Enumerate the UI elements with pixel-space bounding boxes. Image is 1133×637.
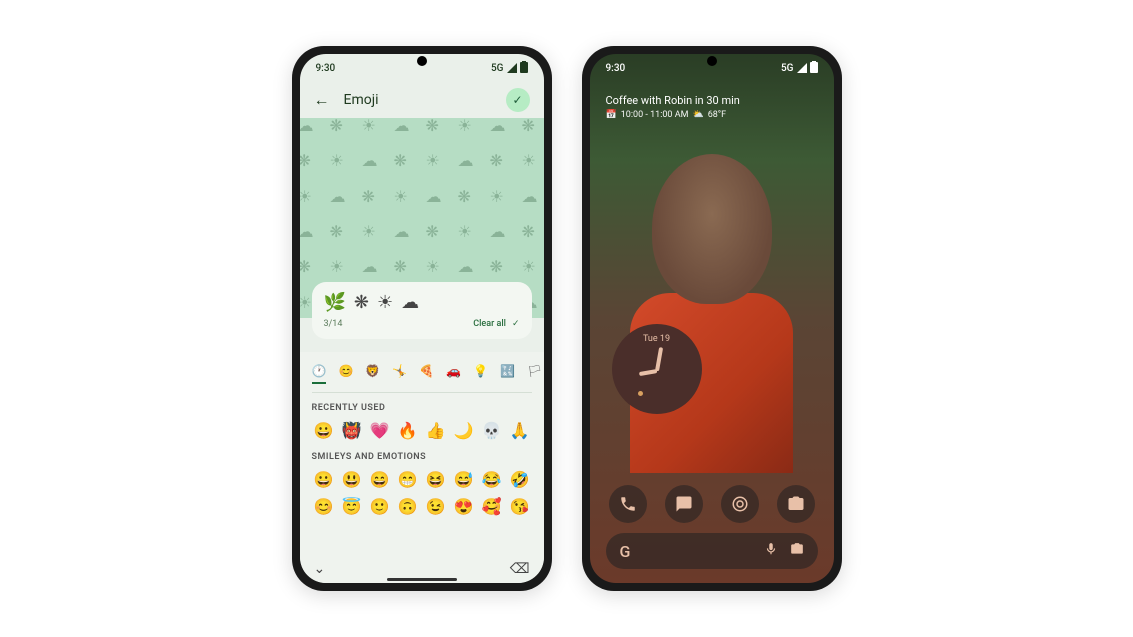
- dock-chrome-icon[interactable]: [721, 485, 759, 523]
- wallpaper-image: [610, 124, 814, 473]
- emoji-item[interactable]: 👍: [424, 419, 448, 442]
- signal-icon: [507, 63, 517, 73]
- emoji-item[interactable]: 🙏: [508, 419, 532, 442]
- tab-symbols[interactable]: 🔣: [500, 364, 515, 384]
- tab-travel[interactable]: 🚗: [446, 364, 461, 384]
- emoji-item[interactable]: 😂: [480, 468, 504, 491]
- selected-emoji[interactable]: ❋: [354, 292, 369, 313]
- smileys-row-2: 😊 😇 🙂 🙃 😉 😍 🥰 😘: [312, 495, 532, 518]
- emoji-item[interactable]: 😇: [340, 495, 364, 518]
- recent-emoji-row: 😀 👹 💗 🔥 👍 🌙 💀 🙏: [312, 419, 532, 442]
- emoji-item[interactable]: 😉: [424, 495, 448, 518]
- emoji-picker-panel: 🕐 😊 🦁 🤸 🍕 🚗 💡 🔣 🏳 RECENTLY USED 😀 👹 💗 🔥 …: [300, 352, 544, 583]
- emoji-item[interactable]: 😊: [312, 495, 336, 518]
- dock: [590, 485, 834, 523]
- emoji-item[interactable]: 💗: [368, 419, 392, 442]
- emoji-item[interactable]: 😅: [452, 468, 476, 491]
- network-label: 5G: [491, 63, 504, 74]
- glance-time: 10:00 - 11:00 AM: [621, 110, 689, 120]
- weather-icon: ⛅: [692, 110, 703, 120]
- dock-messages-icon[interactable]: [665, 485, 703, 523]
- clock-face: [632, 346, 682, 396]
- clear-all-button[interactable]: Clear all ✓: [473, 319, 519, 329]
- emoji-item[interactable]: 💀: [480, 419, 504, 442]
- backspace-icon[interactable]: ⌫: [510, 561, 530, 577]
- section-recent-label: RECENTLY USED: [312, 403, 532, 413]
- tab-food[interactable]: 🍕: [419, 364, 434, 384]
- tab-recent[interactable]: 🕐: [312, 364, 327, 384]
- tab-flags[interactable]: 🏳: [527, 364, 542, 384]
- selected-emoji[interactable]: ☀: [377, 292, 393, 313]
- emoji-header: ← Emoji ✓: [300, 82, 544, 118]
- emoji-item[interactable]: 🤣: [508, 468, 532, 491]
- tab-smileys[interactable]: 😊: [338, 364, 353, 384]
- calendar-icon: 📅: [606, 110, 617, 120]
- glance-temp: 68°F: [708, 110, 726, 120]
- status-time: 9:30: [606, 63, 626, 74]
- nav-handle[interactable]: [387, 578, 457, 581]
- emoji-item[interactable]: 👹: [340, 419, 364, 442]
- header-title: Emoji: [344, 92, 379, 108]
- tab-animals[interactable]: 🦁: [365, 364, 380, 384]
- network-label: 5G: [781, 63, 794, 74]
- clock-date: Tue 19: [643, 334, 670, 344]
- phone-homescreen: 9:30 5G Coffee with Robin in 30 min 📅 10…: [582, 46, 842, 591]
- emoji-item[interactable]: 🥰: [480, 495, 504, 518]
- clock-widget[interactable]: Tue 19: [612, 324, 702, 414]
- selected-emoji[interactable]: 🌿: [324, 292, 346, 313]
- emoji-item[interactable]: 😄: [368, 468, 392, 491]
- glance-details: 📅 10:00 - 11:00 AM ⛅ 68°F: [606, 110, 740, 120]
- lens-icon[interactable]: [790, 542, 804, 560]
- section-smileys-label: SMILEYS AND EMOTIONS: [312, 452, 532, 462]
- phone-emoji-picker: 9:30 5G ← Emoji ✓ ☁❋☀☁❋☀☁❋ ❋☀☁❋☀☁❋☀ ☀☁❋☀…: [292, 46, 552, 591]
- selection-card: 🌿 ❋ ☀ ☁ 3/14 Clear all ✓: [312, 282, 532, 339]
- emoji-item[interactable]: 😘: [508, 495, 532, 518]
- emoji-item[interactable]: 😀: [312, 419, 336, 442]
- emoji-item[interactable]: 🙂: [368, 495, 392, 518]
- signal-icon: [797, 63, 807, 73]
- selected-emojis: 🌿 ❋ ☀ ☁: [324, 292, 520, 313]
- confirm-button[interactable]: ✓: [506, 88, 530, 112]
- tab-activity[interactable]: 🤸: [392, 364, 407, 384]
- emoji-item[interactable]: 🔥: [396, 419, 420, 442]
- emoji-item[interactable]: 😀: [312, 468, 336, 491]
- google-g-icon: G: [620, 542, 631, 561]
- clock-indicator: [638, 391, 643, 396]
- emoji-item[interactable]: 😆: [424, 468, 448, 491]
- selected-emoji[interactable]: ☁: [401, 292, 419, 313]
- camera-notch: [417, 56, 427, 66]
- emoji-item[interactable]: 😃: [340, 468, 364, 491]
- glance-event-title: Coffee with Robin in 30 min: [606, 94, 740, 107]
- check-icon: ✓: [512, 319, 520, 329]
- emoji-item[interactable]: 😁: [396, 468, 420, 491]
- mic-icon[interactable]: [764, 542, 778, 560]
- collapse-keyboard-icon[interactable]: ⌄: [314, 561, 326, 577]
- battery-icon: [810, 61, 818, 76]
- dock-camera-icon[interactable]: [777, 485, 815, 523]
- dock-phone-icon[interactable]: [609, 485, 647, 523]
- tab-objects[interactable]: 💡: [473, 364, 488, 384]
- selection-count: 3/14: [324, 319, 343, 329]
- emoji-item[interactable]: 🙃: [396, 495, 420, 518]
- search-bar[interactable]: G: [606, 533, 818, 569]
- emoji-item[interactable]: 🌙: [452, 419, 476, 442]
- camera-notch: [707, 56, 717, 66]
- battery-icon: [520, 61, 528, 76]
- at-a-glance[interactable]: Coffee with Robin in 30 min 📅 10:00 - 11…: [606, 94, 740, 120]
- smileys-row-1: 😀 😃 😄 😁 😆 😅 😂 🤣: [312, 468, 532, 491]
- keyboard-footer: ⌄ ⌫: [300, 561, 544, 577]
- back-arrow-icon[interactable]: ←: [314, 90, 330, 110]
- status-time: 9:30: [316, 63, 336, 74]
- category-tabs: 🕐 😊 🦁 🤸 🍕 🚗 💡 🔣 🏳: [312, 360, 532, 393]
- emoji-item[interactable]: 😍: [452, 495, 476, 518]
